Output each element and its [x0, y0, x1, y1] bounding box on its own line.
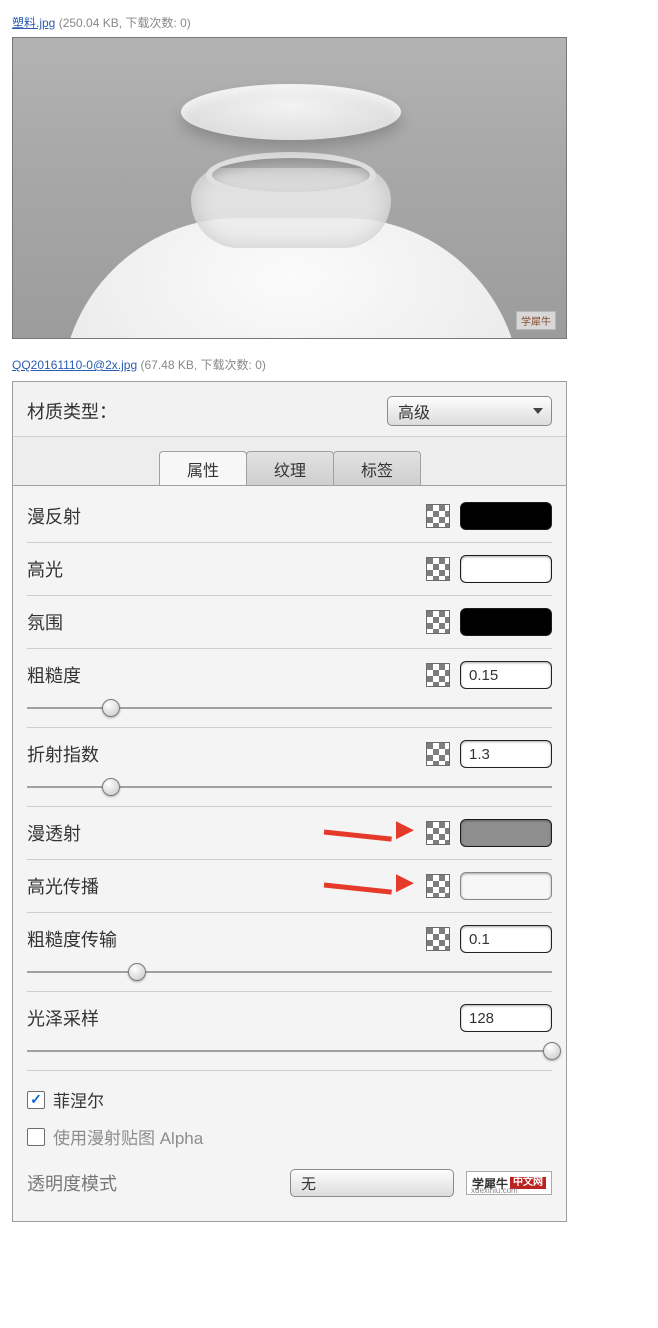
- material-type-value: 高级: [398, 399, 430, 423]
- attachment2-link[interactable]: QQ20161110-0@2x.jpg: [12, 358, 137, 372]
- tab-bar: 属性 纹理 标签: [13, 437, 566, 485]
- attachment2-meta: QQ20161110-0@2x.jpg (67.48 KB, 下载次数: 0): [12, 356, 646, 373]
- attachment1-info: (250.04 KB, 下载次数: 0): [59, 16, 191, 30]
- input-ior[interactable]: 1.3: [460, 740, 552, 768]
- label-transmission: 漫透射: [27, 820, 81, 846]
- label-specular: 高光: [27, 556, 63, 582]
- label-roughness: 粗糙度: [27, 662, 81, 688]
- checkbox-diffuse-alpha-row: 使用漫射贴图 Alpha: [27, 1118, 552, 1155]
- row-roughness: 粗糙度 0.15: [27, 649, 552, 728]
- material-type-dropdown[interactable]: 高级: [387, 396, 552, 426]
- attachment2-info: (67.48 KB, 下载次数: 0): [141, 358, 266, 372]
- color-swatch-spec-transmission[interactable]: [460, 872, 552, 900]
- checkbox-fresnel-row: ✓ 菲涅尔: [27, 1081, 552, 1118]
- input-gloss-samples[interactable]: 128: [460, 1004, 552, 1032]
- tab-tags[interactable]: 标签: [333, 451, 421, 485]
- label-ior: 折射指数: [27, 741, 99, 767]
- attachment1-link[interactable]: 塑料.jpg: [12, 16, 55, 30]
- label-transparency-mode: 透明度模式: [27, 1170, 117, 1196]
- input-roughness[interactable]: 0.15: [460, 661, 552, 689]
- slider-ior[interactable]: [27, 778, 552, 796]
- parameters-area: 漫反射 高光 氛围: [13, 486, 566, 1221]
- checkbox-fresnel-label: 菲涅尔: [53, 1087, 104, 1112]
- texture-toggle-spec-transmission[interactable]: [426, 874, 450, 898]
- slider-roughness[interactable]: [27, 699, 552, 717]
- transparency-mode-value: 无: [301, 1173, 316, 1194]
- row-transmission: 漫透射: [27, 807, 552, 860]
- color-swatch-diffuse[interactable]: [460, 502, 552, 530]
- color-swatch-transmission[interactable]: [460, 819, 552, 847]
- checkbox-group: ✓ 菲涅尔 使用漫射贴图 Alpha: [27, 1071, 552, 1161]
- color-swatch-ambient[interactable]: [460, 608, 552, 636]
- dropdown-transparency-mode[interactable]: 无: [290, 1169, 454, 1197]
- slider-gloss-samples[interactable]: [27, 1042, 552, 1060]
- row-trans-roughness: 粗糙度传输 0.1: [27, 913, 552, 992]
- material-type-label: 材质类型：: [27, 398, 117, 424]
- texture-toggle-transmission[interactable]: [426, 821, 450, 845]
- texture-toggle-trans-roughness[interactable]: [426, 927, 450, 951]
- texture-toggle-specular[interactable]: [426, 557, 450, 581]
- site-logo: 学犀牛 中文网 xuexiniu.com: [466, 1171, 552, 1195]
- material-type-row: 材质类型： 高级: [13, 382, 566, 437]
- row-ambient: 氛围: [27, 596, 552, 649]
- tab-properties[interactable]: 属性: [159, 451, 247, 485]
- annotation-arrow-icon: [324, 874, 414, 896]
- label-gloss-samples: 光泽采样: [27, 1005, 99, 1031]
- attachment1-meta: 塑料.jpg (250.04 KB, 下载次数: 0): [12, 14, 646, 31]
- texture-toggle-roughness[interactable]: [426, 663, 450, 687]
- input-trans-roughness[interactable]: 0.1: [460, 925, 552, 953]
- material-editor-panel: 材质类型： 高级 属性 纹理 标签 漫反射 高光: [12, 381, 567, 1222]
- row-specular: 高光: [27, 543, 552, 596]
- chevron-down-icon: [533, 408, 543, 414]
- label-trans-roughness: 粗糙度传输: [27, 926, 117, 952]
- render-preview-image[interactable]: 学犀牛: [12, 37, 567, 339]
- bottle-rim-shape: [206, 152, 376, 198]
- bottle-cap-shape: [181, 84, 401, 140]
- row-gloss-samples: 光泽采样 128: [27, 992, 552, 1071]
- row-diffuse: 漫反射: [27, 490, 552, 543]
- slider-trans-roughness[interactable]: [27, 963, 552, 981]
- color-swatch-specular[interactable]: [460, 555, 552, 583]
- texture-toggle-diffuse[interactable]: [426, 504, 450, 528]
- checkbox-diffuse-alpha[interactable]: [27, 1128, 45, 1146]
- annotation-arrow-icon: [324, 821, 414, 843]
- label-spec-transmission: 高光传播: [27, 873, 99, 899]
- checkbox-diffuse-alpha-label: 使用漫射贴图 Alpha: [53, 1124, 203, 1149]
- texture-toggle-ior[interactable]: [426, 742, 450, 766]
- row-spec-transmission: 高光传播: [27, 860, 552, 913]
- label-ambient: 氛围: [27, 609, 63, 635]
- row-ior: 折射指数 1.3: [27, 728, 552, 807]
- label-diffuse: 漫反射: [27, 503, 81, 529]
- checkbox-fresnel[interactable]: ✓: [27, 1091, 45, 1109]
- texture-toggle-ambient[interactable]: [426, 610, 450, 634]
- logo-sub: xuexiniu.com: [471, 1186, 518, 1195]
- tab-textures[interactable]: 纹理: [246, 451, 334, 485]
- row-transparency-mode: 透明度模式 无 学犀牛 中文网 xuexiniu.com: [27, 1161, 552, 1211]
- render-watermark: 学犀牛: [516, 311, 556, 330]
